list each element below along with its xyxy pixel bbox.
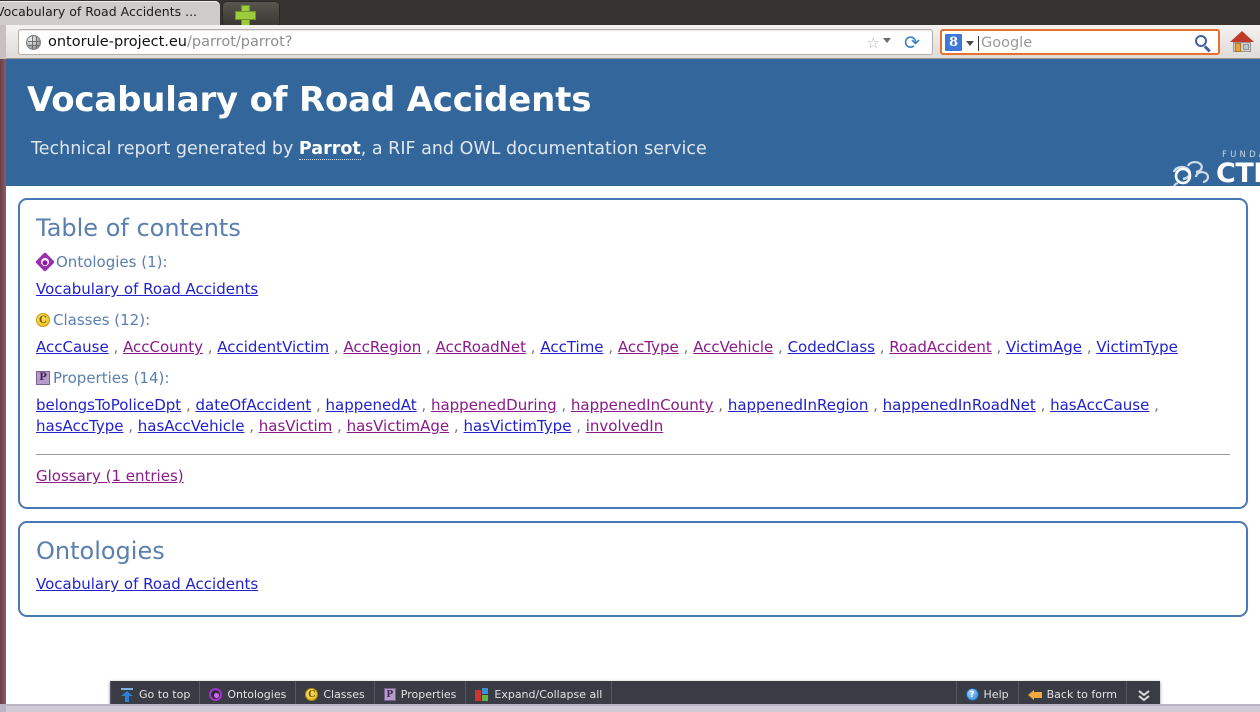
parrot-link[interactable]: Parrot [298,139,361,160]
subtitle-prefix: Technical report generated by [31,139,299,159]
toc-property-links: belongsToPoliceDpt , dateOfAccident , ha… [36,396,1159,435]
browser-tab-title: Vocabulary of Road Accidents ... [0,4,198,19]
toc-glossary-row: Glossary (1 entries) [36,467,1230,485]
toc-link-property[interactable]: happenedDuring [431,396,557,414]
toc-link-property[interactable]: belongsToPoliceDpt [36,396,181,414]
toc-link-property[interactable]: hasAccType [36,417,123,435]
ontologies-section-title: Ontologies [36,537,165,565]
plus-icon [235,5,256,26]
toc-link-class[interactable]: AccVehicle [693,338,773,356]
toc-link-property[interactable]: happenedInRegion [728,396,869,414]
ctic-swirl-icon [1172,161,1210,186]
navigation-toolbar: ontorule-project.eu/parrot/parrot? ☆ ⟳ 8… [0,25,1260,59]
url-host: ontorule-project.eu [48,34,187,50]
toc-link-property[interactable]: hasVictimAge [347,417,450,435]
ontology-link[interactable]: Vocabulary of Road Accidents [36,575,258,593]
home-icon [1230,31,1254,42]
url-text: ontorule-project.eu/parrot/parrot? [48,34,292,50]
toc-link-class[interactable]: VictimAge [1006,338,1082,356]
toc-class-links: AccCause , AccCounty , AccidentVictim , … [36,338,1178,356]
toc-group-label: Ontologies (1): [56,253,168,271]
table-of-contents-panel: Table of contents Ontologies (1): Vocabu… [18,198,1248,509]
toc-group-label: Classes (12): [53,311,151,329]
toc-link-ontology[interactable]: Vocabulary of Road Accidents [36,280,258,298]
toc-link-property[interactable]: dateOfAccident [196,396,312,414]
text-cursor [978,36,979,51]
toc-group-ontologies: Ontologies (1): [34,252,1246,272]
toc-title: Table of contents [36,214,241,242]
ontologies-section-links: Vocabulary of Road Accidents [36,575,1230,593]
chevron-down-icon[interactable] [883,38,891,43]
class-circle-icon: C [36,313,50,327]
toc-link-class[interactable]: CodedClass [788,338,875,356]
arrow-left-icon [1027,688,1042,702]
google-logo-icon[interactable]: 8 [945,34,962,51]
toc-link-class[interactable]: AccTime [540,338,603,356]
toc-link-class[interactable]: AccRoadNet [436,338,526,356]
page-title: Vocabulary of Road Accidents [27,80,592,120]
page-banner: Vocabulary of Road Accidents Technical r… [6,59,1260,186]
ctic-wordmark: CTIC [1216,158,1260,186]
home-button[interactable] [1230,30,1254,54]
toc-link-class[interactable]: AccidentVictim [217,338,329,356]
expand-collapse-blocks-icon [475,687,489,702]
property-square-icon: P [383,688,396,701]
ontology-circle-icon [209,688,223,701]
toc-link-property[interactable]: involvedIn [586,417,663,435]
toc-ontology-links: Vocabulary of Road Accidents [36,279,1230,300]
glossary-link[interactable]: Glossary (1 entries) [36,467,184,485]
window-left-edge-top [0,25,6,59]
toc-link-class[interactable]: AccCounty [123,338,203,356]
toc-divider [36,454,1230,455]
toc-link-property[interactable]: happenedInCounty [571,396,714,414]
toc-group-classes: C Classes (12): [36,311,1246,329]
chevron-down-icon[interactable] [966,41,974,46]
toc-group-label: Properties (14): [53,369,170,387]
url-bar[interactable]: ontorule-project.eu/parrot/parrot? ☆ ⟳ [18,29,933,55]
help-circle-icon: ? [965,688,979,701]
reload-icon[interactable]: ⟳ [902,33,922,53]
search-input-placeholder[interactable]: Google [981,35,1032,51]
search-bar[interactable]: 8 Google [940,29,1220,55]
page-subtitle: Technical report generated by Parrot, a … [31,139,707,160]
globe-icon [26,35,41,50]
toc-link-property[interactable]: happenedAt [326,396,417,414]
class-circle-icon: C [305,688,319,701]
url-path: /parrot/parrot? [187,34,293,50]
toc-link-property[interactable]: hasAccCause [1050,396,1149,414]
toc-link-property[interactable]: hasVictimType [463,417,571,435]
toc-link-class[interactable]: RoadAccident [889,338,991,356]
ontologies-panel: Ontologies Vocabulary of Road Accidents [18,521,1248,617]
toc-link-class[interactable]: AccRegion [343,338,421,356]
horizontal-scrollbar[interactable] [6,706,1260,712]
arrow-up-to-bar-icon [120,687,134,702]
toc-link-property[interactable]: hasVictim [259,417,333,435]
ctic-logo: FUNDACIÓN CTIC [1164,150,1260,186]
property-square-icon: P [36,371,50,385]
new-tab-button[interactable] [222,1,280,26]
ontology-diamond-icon [34,252,55,272]
page-viewport: Vocabulary of Road Accidents Technical r… [6,59,1260,704]
toc-group-properties: P Properties (14): [36,369,1246,387]
subtitle-suffix: , a RIF and OWL documentation service [360,139,707,159]
page-content: Table of contents Ontologies (1): Vocabu… [6,198,1260,617]
browser-window: Vocabulary of Road Accidents ... ontorul… [0,0,1260,712]
toc-link-property[interactable]: happenedInRoadNet [883,396,1036,414]
toc-link-property[interactable]: hasAccVehicle [138,417,245,435]
toc-link-class[interactable]: AccCause [36,338,109,356]
toc-link-class[interactable]: AccType [618,338,679,356]
chevron-double-down-icon [1137,689,1150,701]
toc-link-class[interactable]: VictimType [1096,338,1177,356]
tab-strip: Vocabulary of Road Accidents ... [0,0,1260,26]
bookmark-star-icon[interactable]: ☆ [867,35,880,51]
browser-tab-active[interactable]: Vocabulary of Road Accidents ... [0,1,220,25]
search-icon[interactable] [1195,35,1212,53]
